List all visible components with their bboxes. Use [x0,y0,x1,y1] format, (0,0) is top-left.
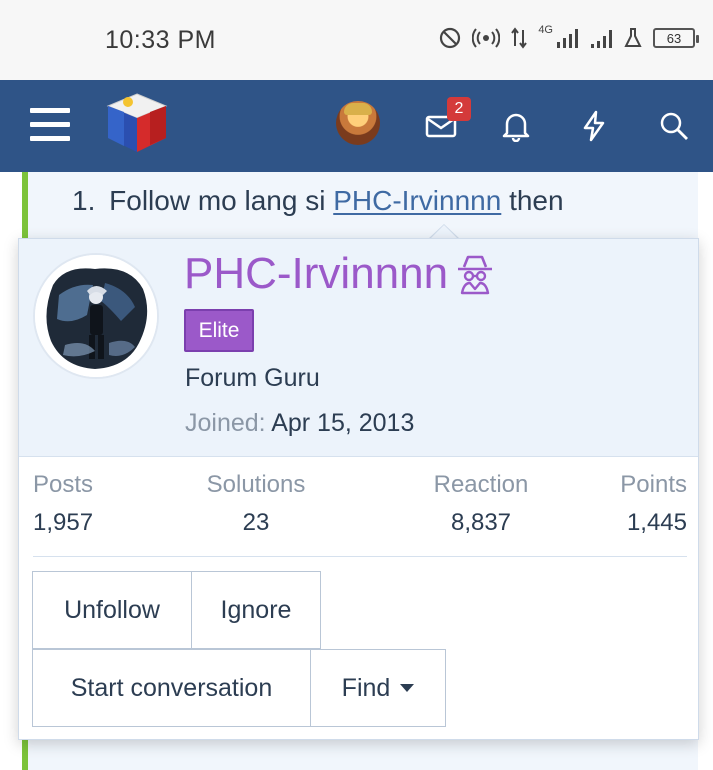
member-tooltip: PHC-Irvinnnn Elite Forum Guru Joined: Ap… [18,238,699,740]
ignore-button[interactable]: Ignore [191,571,321,649]
user-title: Forum Guru [185,364,320,392]
stat-solutions[interactable]: Solutions 23 [201,471,311,537]
member-avatar[interactable] [33,253,159,379]
unfollow-label: Unfollow [64,595,160,624]
tooltip-arrow [428,224,460,240]
user-avatar[interactable] [336,101,380,145]
stat-reaction[interactable]: Reaction 8,837 [411,471,551,537]
find-button[interactable]: Find [310,649,446,727]
stat-points[interactable]: Points 1,445 [620,471,687,537]
chevron-down-icon [400,684,415,692]
ignore-label: Ignore [220,595,292,624]
status-time: 10:33 PM [105,26,217,54]
hamburger-icon[interactable] [30,108,70,142]
stat-value: 1,445 [626,509,687,536]
unfollow-button[interactable]: Unfollow [32,571,192,649]
stat-value: 8,837 [450,509,512,536]
joined-date: Apr 15, 2013 [271,409,415,437]
start-conversation-button[interactable]: Start conversation [32,649,311,727]
stat-value: 1,957 [33,509,94,536]
stat-value: 23 [242,509,270,536]
list-number: 1. [72,185,96,216]
member-username-text: PHC-Irvinnnn [184,249,449,298]
find-label: Find [341,673,391,702]
post-text-after: then [509,185,564,216]
battery-icon: 63 [653,28,699,48]
member-username[interactable]: PHC-Irvinnnn [184,249,496,299]
bell-icon[interactable] [496,106,536,146]
stat-label: Reaction [433,471,529,498]
flask-icon [624,28,642,47]
post-text-before: Follow mo lang si [109,185,326,216]
status-bar: 10:33 PM 4G 63 [0,0,713,80]
signal-icon-2 [591,30,612,48]
post-list-item: 1. Follow mo lang si PHC-Irvinnnn then [72,185,564,217]
status-icons: 4G 63 [438,24,699,50]
stat-label: Points [620,471,687,498]
battery-level: 63 [666,30,682,46]
incognito-icon [458,255,493,295]
start-conversation-label: Start conversation [70,673,273,702]
member-stats: Posts 1,957 Solutions 23 Reaction 8,837 … [33,471,687,557]
signal-icon [557,29,578,48]
network-type: 4G [538,24,553,36]
bolt-icon[interactable] [574,106,614,146]
data-transfer-icon [511,27,528,49]
joined-label: Joined: [185,409,266,437]
hotspot-icon [472,28,501,48]
stat-label: Posts [33,471,94,498]
inbox-badge: 2 [447,97,471,121]
user-banner: Elite [184,309,254,352]
search-icon[interactable] [654,106,694,146]
site-logo[interactable] [104,90,170,156]
app-header [0,80,713,172]
joined-info: Joined: Apr 15, 2013 [185,409,414,438]
member-card-header: PHC-Irvinnnn Elite Forum Guru Joined: Ap… [19,239,698,457]
username-link[interactable]: PHC-Irvinnnn [333,185,501,216]
stat-label: Solutions [206,471,306,498]
stat-posts[interactable]: Posts 1,957 [33,471,93,537]
do-not-disturb-icon [440,27,461,49]
